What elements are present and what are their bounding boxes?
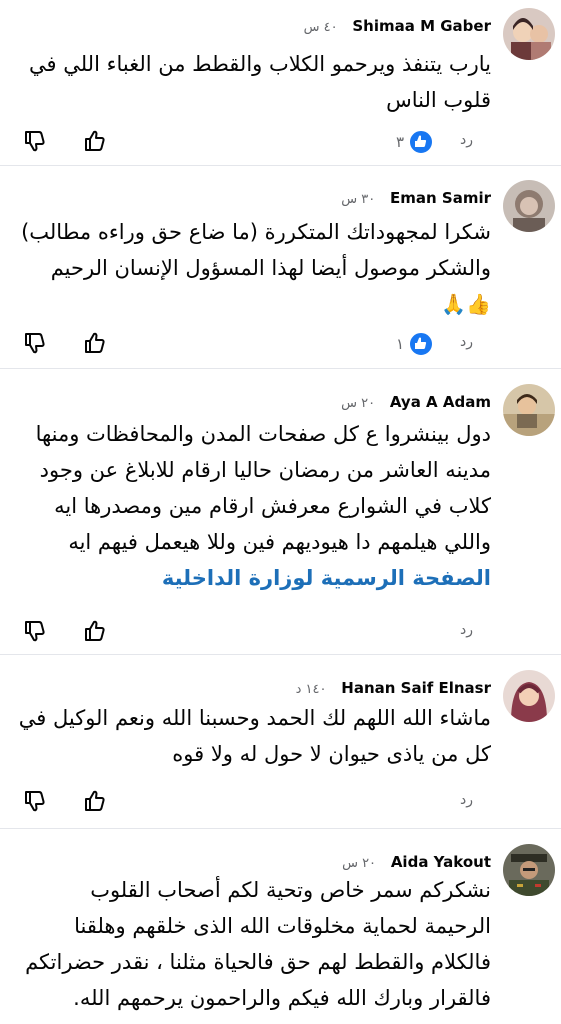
comment-body: نشكركم سمر خاص وتحية لكم أصحاب القلوب ال… — [20, 872, 491, 1016]
comment-line: فالقرار وبارك الله فيكم والراحمون يرحمهم… — [73, 986, 491, 1010]
comment-body: ماشاء الله اللهم لك الحمد وحسبنا الله ون… — [18, 700, 491, 772]
comment-line: والشكر موصول أيضا لهذا المسؤول الإنسان ا… — [50, 256, 491, 280]
comment-line: دول بينشروا ع كل صفحات المدن والمحافظات … — [35, 422, 491, 446]
comment-header: Aya A Adam ٢٠ س — [341, 392, 491, 414]
reaction-count: ١ — [395, 335, 404, 353]
author-name[interactable]: Hanan Saif Elnasr — [341, 678, 491, 698]
comment-line: شكرا لمجهوداتك المتكررة (ما ضاع حق وراءه… — [21, 220, 491, 244]
avatar[interactable] — [503, 384, 555, 436]
comment-line: واللي هيلمهم دا هيوديهم فين وللا هيعمل ف… — [68, 530, 491, 554]
thumbs-down-outline-icon[interactable] — [22, 128, 48, 154]
author-name[interactable]: Aida Yakout — [391, 852, 491, 872]
avatar[interactable] — [503, 8, 555, 60]
comment-emoji: 👍🙏 — [441, 292, 491, 316]
avatar[interactable] — [503, 180, 555, 232]
reaction-count: ٣ — [395, 133, 404, 151]
author-name[interactable]: Eman Samir — [390, 188, 491, 208]
comment-line: كل من ياذى حيوان لا حول له ولا قوه — [172, 742, 491, 766]
comment-line: ماشاء الله اللهم لك الحمد وحسبنا الله ون… — [18, 706, 491, 730]
divider — [0, 828, 561, 829]
reaction-summary[interactable]: ١ — [396, 331, 434, 357]
comment-header: Shimaa M Gaber ٤٠ س — [304, 16, 491, 38]
comment-body: شكرا لمجهوداتك المتكررة (ما ضاع حق وراءه… — [20, 214, 491, 322]
divider — [0, 368, 561, 369]
comment-line: يارب يتنفذ ويرحمو الكلاب والقطط من الغبا… — [29, 52, 491, 76]
divider — [0, 165, 561, 166]
reply-button[interactable]: رد — [460, 792, 473, 808]
divider — [0, 654, 561, 655]
comment-time[interactable]: ٢٠ س — [342, 856, 376, 871]
comment-line: كلاب في الشوارع معرفش ارقام مين ومصدرها … — [54, 494, 491, 518]
comment-time[interactable]: ٢٠ س — [341, 396, 375, 411]
reaction-summary[interactable]: ٣ — [396, 129, 434, 155]
comment-line: فالكلام والقطط لهم حق فالحياة مثلنا ، نق… — [25, 950, 491, 974]
thumbs-up-outline-icon[interactable] — [82, 128, 108, 154]
thumbs-up-outline-icon[interactable] — [82, 618, 108, 644]
reply-button[interactable]: رد — [460, 622, 473, 638]
comment-header: Aida Yakout ٢٠ س — [342, 852, 491, 874]
comment-actions: رد — [0, 788, 561, 818]
comment-time[interactable]: ٤٠ س — [304, 20, 338, 35]
comment-actions: رد — [0, 618, 561, 648]
avatar[interactable] — [503, 670, 555, 722]
comment-time[interactable]: ١٤٠ د — [296, 682, 327, 697]
comment-header: Eman Samir ٣٠ س — [341, 188, 491, 210]
comment-actions: رد ١ — [0, 330, 561, 360]
avatar[interactable] — [503, 844, 555, 896]
thumbs-down-outline-icon[interactable] — [22, 330, 48, 356]
thumbs-up-outline-icon[interactable] — [82, 330, 108, 356]
comment-line: مدينه العاشر من رمضان حاليا ارقام للابلا… — [39, 458, 491, 482]
author-name[interactable]: Aya A Adam — [390, 392, 491, 412]
comment-line: نشكركم سمر خاص وتحية لكم أصحاب القلوب — [90, 878, 491, 902]
comment-body: يارب يتنفذ ويرحمو الكلاب والقطط من الغبا… — [20, 46, 491, 118]
thumbs-down-outline-icon[interactable] — [22, 788, 48, 814]
comment-header: Hanan Saif Elnasr ١٤٠ د — [296, 678, 491, 700]
comment-time[interactable]: ٣٠ س — [341, 192, 375, 207]
comment-body: دول بينشروا ع كل صفحات المدن والمحافظات … — [20, 416, 491, 596]
thumbs-down-outline-icon[interactable] — [22, 618, 48, 644]
reply-button[interactable]: رد — [460, 132, 473, 148]
comment-actions: رد ٣ — [0, 128, 561, 158]
comment-line: قلوب الناس — [386, 88, 491, 112]
comment-line: الرحيمة لحماية مخلوقات الله الذى خلقهم و… — [74, 914, 491, 938]
mentioned-page-link[interactable]: الصفحة الرسمية لوزارة الداخلية — [20, 560, 491, 596]
author-name[interactable]: Shimaa M Gaber — [352, 16, 491, 36]
thumbs-up-outline-icon[interactable] — [82, 788, 108, 814]
like-reaction-icon — [408, 331, 434, 357]
like-reaction-icon — [408, 129, 434, 155]
comments-feed: Shimaa M Gaber ٤٠ س يارب يتنفذ ويرحمو ال… — [0, 0, 561, 1024]
reply-button[interactable]: رد — [460, 334, 473, 350]
